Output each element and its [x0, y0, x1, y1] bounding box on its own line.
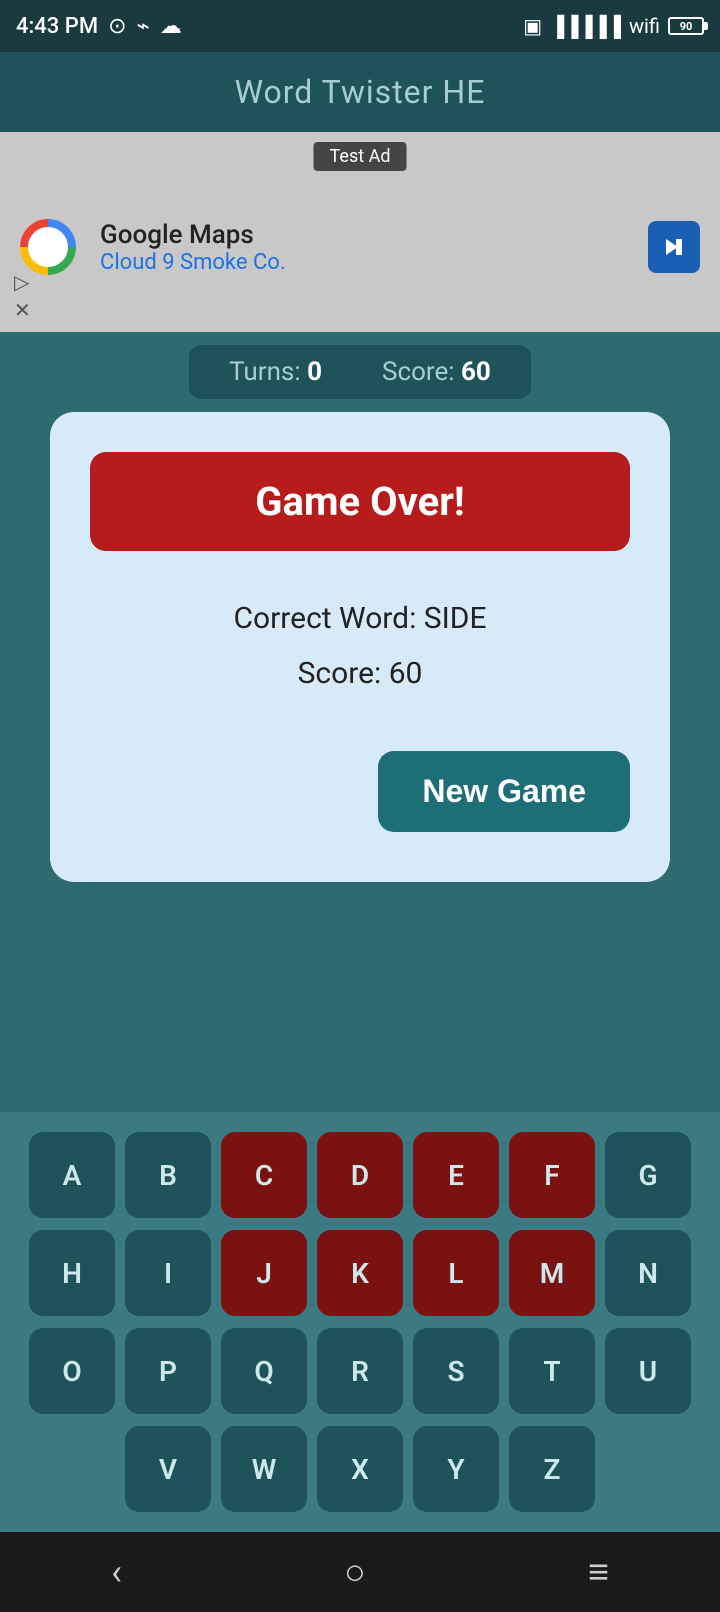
new-game-label: New Game	[422, 773, 586, 809]
key-w[interactable]: W	[221, 1426, 307, 1512]
key-q[interactable]: Q	[221, 1328, 307, 1414]
usb-icon: ⌁	[137, 14, 150, 39]
game-over-modal: Game Over! Correct Word: SIDE Score: 60 …	[50, 412, 670, 882]
ad-close-icon[interactable]: ✕	[14, 298, 31, 322]
key-r[interactable]: R	[317, 1328, 403, 1414]
status-bar: 4:43 PM ⊙ ⌁ ☁ ▣ ▐▐▐▐▐ wifi 90	[0, 0, 720, 52]
key-p[interactable]: P	[125, 1328, 211, 1414]
key-y[interactable]: Y	[413, 1426, 499, 1512]
key-m[interactable]: M	[509, 1230, 595, 1316]
ad-arrow-icon[interactable]	[648, 221, 700, 273]
ad-controls: ▷ ✕	[14, 270, 31, 322]
key-j[interactable]: J	[221, 1230, 307, 1316]
key-h[interactable]: H	[29, 1230, 115, 1316]
key-o[interactable]: O	[29, 1328, 115, 1414]
key-k[interactable]: K	[317, 1230, 403, 1316]
battery-indicator: 90	[668, 17, 704, 35]
key-g[interactable]: G	[605, 1132, 691, 1218]
game-over-label: Game Over!	[255, 478, 465, 525]
score-bar: Turns: 0 Score: 60	[0, 332, 720, 412]
key-a[interactable]: A	[29, 1132, 115, 1218]
ad-content: Google Maps Cloud 9 Smoke Co.	[16, 215, 286, 279]
modal-overlay: Game Over! Correct Word: SIDE Score: 60 …	[0, 412, 720, 1032]
ad-text-block: Google Maps Cloud 9 Smoke Co.	[100, 220, 286, 275]
key-b[interactable]: B	[125, 1132, 211, 1218]
new-game-button[interactable]: New Game	[378, 751, 630, 832]
ad-play-icon[interactable]: ▷	[14, 270, 31, 294]
key-n[interactable]: N	[605, 1230, 691, 1316]
key-c[interactable]: C	[221, 1132, 307, 1218]
keyboard-area: ABCDEFGHIJKLMNOPQRSTUVWXYZ	[0, 1112, 720, 1532]
correct-word-display: Correct Word: SIDE	[233, 601, 486, 636]
bottom-nav: ‹ ○ ≡	[0, 1532, 720, 1612]
ad-banner: Test Ad Google Maps Cloud 9 Smoke Co. ▷ …	[0, 132, 720, 332]
key-f[interactable]: F	[509, 1132, 595, 1218]
vibrate-icon: ▣	[523, 14, 542, 38]
menu-button[interactable]: ≡	[588, 1551, 609, 1593]
key-row: VWXYZ	[125, 1426, 595, 1512]
key-l[interactable]: L	[413, 1230, 499, 1316]
key-v[interactable]: V	[125, 1426, 211, 1512]
ad-company: Google Maps	[100, 220, 286, 250]
key-z[interactable]: Z	[509, 1426, 595, 1512]
key-e[interactable]: E	[413, 1132, 499, 1218]
app-title: Word Twister HE	[235, 73, 486, 111]
modal-score-display: Score: 60	[298, 656, 423, 691]
turns-display: Turns: 0	[229, 357, 322, 387]
signal-icon: ▐▐▐▐▐	[550, 14, 621, 39]
ad-label: Test Ad	[314, 142, 407, 171]
game-over-banner: Game Over!	[90, 452, 630, 551]
key-t[interactable]: T	[509, 1328, 595, 1414]
score-container: Turns: 0 Score: 60	[189, 345, 531, 399]
key-i[interactable]: I	[125, 1230, 211, 1316]
status-right: ▣ ▐▐▐▐▐ wifi 90	[523, 14, 704, 39]
key-x[interactable]: X	[317, 1426, 403, 1512]
key-d[interactable]: D	[317, 1132, 403, 1218]
score-display: Score: 60	[382, 357, 491, 387]
key-row: HIJKLMN	[29, 1230, 691, 1316]
cloud-icon: ☁	[160, 14, 182, 39]
wifi-icon: wifi	[629, 14, 660, 38]
key-row: OPQRSTU	[29, 1328, 691, 1414]
key-s[interactable]: S	[413, 1328, 499, 1414]
whatsapp-icon: ⊙	[108, 14, 126, 39]
status-left: 4:43 PM ⊙ ⌁ ☁	[16, 14, 182, 39]
key-u[interactable]: U	[605, 1328, 691, 1414]
time-display: 4:43 PM	[16, 14, 98, 39]
ad-subtitle: Cloud 9 Smoke Co.	[100, 250, 286, 275]
key-row: ABCDEFG	[29, 1132, 691, 1218]
home-button[interactable]: ○	[344, 1551, 366, 1593]
back-button[interactable]: ‹	[111, 1551, 122, 1593]
app-header: Word Twister HE	[0, 52, 720, 132]
